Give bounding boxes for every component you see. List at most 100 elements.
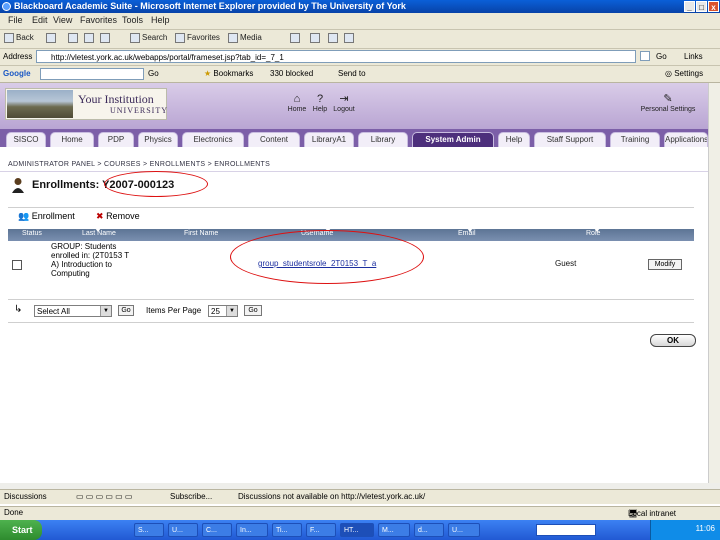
col-role[interactable]: Role (586, 230, 600, 237)
send-to-button[interactable]: Send to (338, 69, 366, 78)
remove-user-icon: ✖ (96, 211, 104, 221)
menu-favorites[interactable]: Favorites (80, 15, 117, 25)
campus-photo (7, 90, 73, 118)
home-link[interactable]: ⌂ Home (285, 93, 309, 113)
tab-librarya1[interactable]: LibraryA1 (304, 132, 354, 147)
edit-button[interactable] (344, 33, 356, 43)
google-logo[interactable]: Google (3, 69, 31, 78)
discussion-tools[interactable]: ▭ ▭ ▭ ▭ ▭ ▭ (76, 492, 132, 501)
taskbar-item[interactable]: In... (236, 523, 268, 537)
mail-button[interactable] (310, 33, 322, 43)
select-all-dropdown[interactable]: Select All ▼ (34, 305, 112, 317)
taskbar-item[interactable]: d... (414, 523, 444, 537)
select-go-button[interactable]: Go (118, 305, 134, 316)
go-button[interactable]: Go (656, 52, 667, 61)
forward-button[interactable] (46, 33, 58, 43)
address-label: Address (3, 52, 33, 61)
taskbar-item[interactable]: U... (168, 523, 198, 537)
favorites-button[interactable]: Favorites (175, 33, 220, 43)
close-button[interactable]: x (708, 1, 719, 12)
taskbar-search-input[interactable] (536, 524, 596, 536)
ie-icon (2, 2, 11, 11)
tab-training[interactable]: Training (610, 132, 660, 147)
menu-view[interactable]: View (53, 15, 72, 25)
tab-library[interactable]: Library (358, 132, 408, 147)
enroll-button[interactable]: 👥 Enrollment (18, 211, 75, 222)
history-button[interactable] (290, 33, 302, 43)
tab-staff-support[interactable]: Staff Support (534, 132, 606, 147)
google-search-input[interactable] (40, 68, 144, 80)
discussions-button[interactable]: Discussions (4, 492, 47, 501)
taskbar: Start S... U... C... In... Ti... F... HT… (0, 520, 720, 540)
stop-button[interactable] (68, 33, 80, 43)
tab-help[interactable]: Help (498, 132, 530, 147)
menu-tools[interactable]: Tools (122, 15, 143, 25)
tab-applications[interactable]: Applications (664, 132, 708, 147)
ok-button[interactable]: OK (650, 334, 696, 347)
refresh-button[interactable] (84, 33, 96, 43)
col-first-name[interactable]: First Name (184, 230, 218, 237)
mail-icon (310, 33, 320, 43)
refresh-icon (84, 33, 94, 43)
discussion-message: Discussions not available on http://vlet… (238, 492, 426, 501)
taskbar-item-active[interactable]: HT... (340, 523, 374, 537)
items-per-page-label: Items Per Page (146, 306, 202, 315)
tab-electronics[interactable]: Electronics (182, 132, 244, 147)
google-go-button[interactable]: Go (148, 69, 159, 78)
clock: 11:06 (695, 524, 715, 533)
bookmarks-button[interactable]: ★ Bookmarks (204, 69, 253, 78)
personal-settings-link[interactable]: ✎ Personal Settings (640, 93, 696, 113)
back-button[interactable]: Back (4, 33, 34, 43)
menu-help[interactable]: Help (151, 15, 170, 25)
subscribe-button[interactable]: Subscribe... (170, 492, 212, 501)
star-icon: ★ (204, 69, 212, 78)
media-button[interactable]: Media (228, 33, 262, 43)
taskbar-item[interactable]: U... (448, 523, 480, 537)
google-toolbar: Google Go ★ Bookmarks 330 blocked Send t… (0, 66, 720, 83)
tab-system-admin[interactable]: System Admin (412, 132, 494, 147)
stop-icon (68, 33, 78, 43)
address-input[interactable]: http://vletest.york.ac.uk/webapps/portal… (36, 50, 636, 63)
links-label[interactable]: Links (684, 52, 703, 61)
popup-blocked[interactable]: 330 blocked (270, 69, 313, 78)
taskbar-item[interactable]: C... (202, 523, 232, 537)
status-text: Done (4, 508, 24, 517)
col-last-name[interactable]: Last Name (82, 230, 116, 237)
forward-arrow-icon (46, 33, 56, 43)
star-icon (175, 33, 185, 43)
col-email[interactable]: Email (458, 230, 476, 237)
vertical-scrollbar[interactable] (708, 83, 720, 483)
address-dropdown[interactable] (640, 51, 650, 61)
logout-link[interactable]: ⇥ Logout (332, 93, 356, 113)
maximize-button[interactable]: □ (696, 1, 707, 12)
history-icon (290, 33, 300, 43)
print-button[interactable] (328, 33, 340, 43)
col-status[interactable]: Status (22, 230, 42, 237)
bottom-controls: ↳ Select All ▼ Go Items Per Page 25 ▼ Go (8, 299, 694, 323)
home-button[interactable] (100, 33, 112, 43)
modify-button[interactable]: Modify (648, 259, 682, 270)
annotation-ellipse-username (230, 230, 424, 284)
minimize-button[interactable]: _ (684, 1, 695, 12)
taskbar-item[interactable]: S... (134, 523, 164, 537)
breadcrumb[interactable]: ADMINISTRATOR PANEL > COURSES > ENROLLME… (8, 161, 270, 168)
tab-pdp[interactable]: PDP (98, 132, 134, 147)
items-go-button[interactable]: Go (244, 305, 262, 316)
taskbar-item[interactable]: Ti... (272, 523, 302, 537)
taskbar-item[interactable]: M... (378, 523, 410, 537)
search-button[interactable]: Search (130, 33, 167, 43)
tab-content[interactable]: Content (248, 132, 300, 147)
media-icon (228, 33, 238, 43)
settings-button[interactable]: ◎ Settings (665, 69, 703, 78)
tab-physics[interactable]: Physics (138, 132, 178, 147)
help-link[interactable]: ? Help (308, 93, 332, 113)
tab-sisco[interactable]: SISCO (6, 132, 46, 147)
row-checkbox[interactable] (12, 260, 22, 270)
tab-home[interactable]: Home (50, 132, 94, 147)
taskbar-item[interactable]: F... (306, 523, 336, 537)
menu-edit[interactable]: Edit (32, 15, 48, 25)
remove-button[interactable]: ✖ Remove (96, 211, 140, 222)
menu-file[interactable]: File (8, 15, 23, 25)
items-per-page-select[interactable]: 25 ▼ (208, 305, 238, 317)
start-button[interactable]: Start (0, 520, 42, 540)
